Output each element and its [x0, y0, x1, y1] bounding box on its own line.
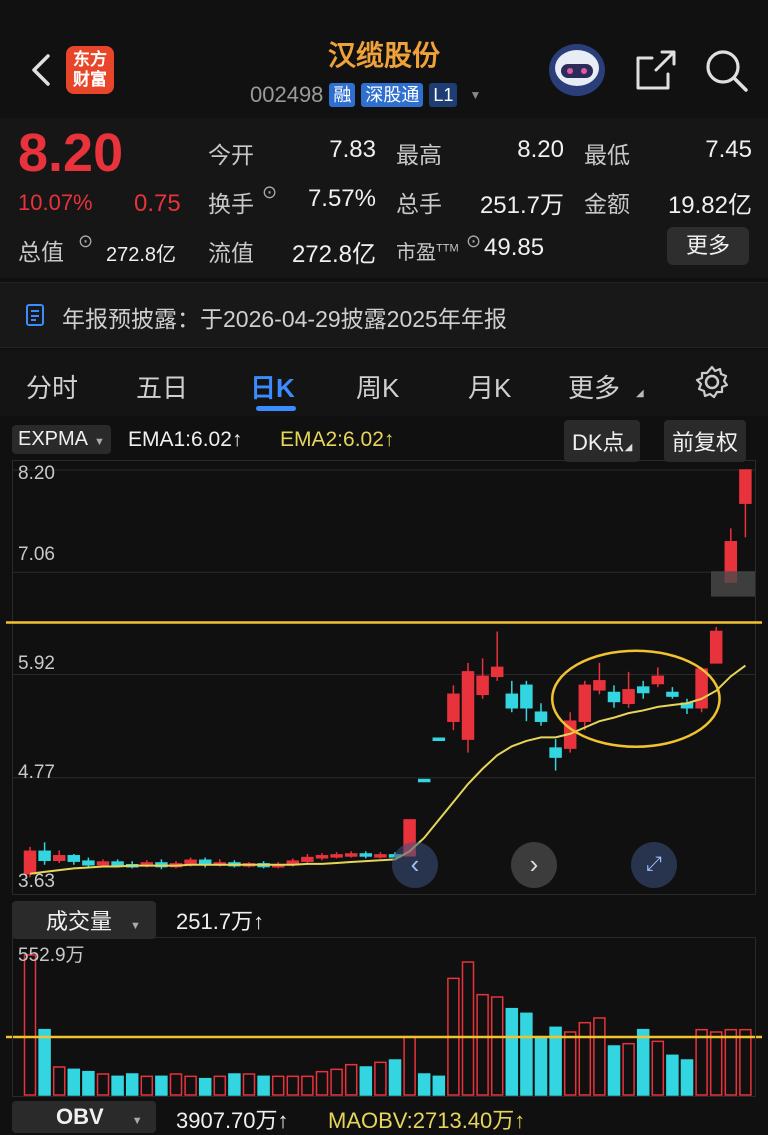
candle-body — [520, 684, 533, 709]
y-tick-label: 7.06 — [18, 544, 55, 565]
candle-body — [461, 671, 475, 740]
scroll-left-button[interactable]: ‹ — [392, 842, 438, 888]
candle-body — [651, 675, 665, 685]
obv-value: 3907.70万↑ — [176, 1108, 289, 1133]
candle-body — [666, 691, 679, 697]
candle-body — [695, 668, 708, 709]
candle-body — [636, 686, 650, 694]
candle-body — [739, 469, 752, 504]
candle-body — [184, 859, 197, 865]
highlight-ellipse — [550, 649, 721, 749]
y-tick-label: 3.63 — [18, 871, 55, 892]
candle-body — [52, 855, 66, 862]
y-tick-label: 5.92 — [18, 653, 55, 674]
scroll-right-button[interactable]: › — [511, 842, 557, 888]
candle-body — [301, 856, 314, 862]
candle-body — [505, 693, 519, 709]
candle-body — [417, 778, 431, 783]
candle-body — [447, 693, 460, 722]
volume-indicator-selector[interactable]: 成交量 ▼ — [12, 901, 156, 939]
candle-body — [622, 689, 635, 705]
candle-body — [38, 850, 51, 862]
obv-indicator-selector[interactable]: OBV ▼ — [12, 1101, 156, 1133]
maobv-value: MAOBV:2713.40万↑ — [328, 1108, 526, 1133]
candle-body — [490, 666, 504, 678]
candle-body — [578, 684, 592, 722]
candle-body — [374, 854, 387, 858]
candle-body — [432, 737, 446, 741]
y-tick-label: 4.77 — [18, 762, 55, 783]
volume-max-label: 552.9万 — [18, 945, 85, 966]
candle-body — [111, 861, 124, 866]
candle-body — [359, 853, 373, 857]
volume-current: 251.7万↑ — [176, 909, 265, 934]
ema-line — [29, 664, 746, 875]
volume-chart-frame — [12, 937, 756, 1097]
dk-box — [711, 571, 755, 597]
y-tick-label: 8.20 — [18, 463, 55, 484]
candle-body — [709, 630, 723, 664]
candle-body — [476, 675, 489, 696]
candle-body — [67, 855, 81, 862]
candle-body — [315, 855, 329, 859]
candle-body — [330, 854, 343, 858]
candle-body — [96, 861, 110, 866]
candle-body — [534, 711, 548, 722]
chevron-down-icon: ▼ — [130, 920, 141, 932]
chevron-down-icon: ▼ — [131, 1115, 143, 1127]
candle-body — [344, 853, 358, 857]
fullscreen-icon[interactable]: ⤢ — [631, 842, 677, 888]
candle-body — [607, 691, 621, 703]
candle-body — [82, 860, 95, 866]
candle-body — [549, 747, 562, 758]
candle-body — [593, 680, 606, 691]
